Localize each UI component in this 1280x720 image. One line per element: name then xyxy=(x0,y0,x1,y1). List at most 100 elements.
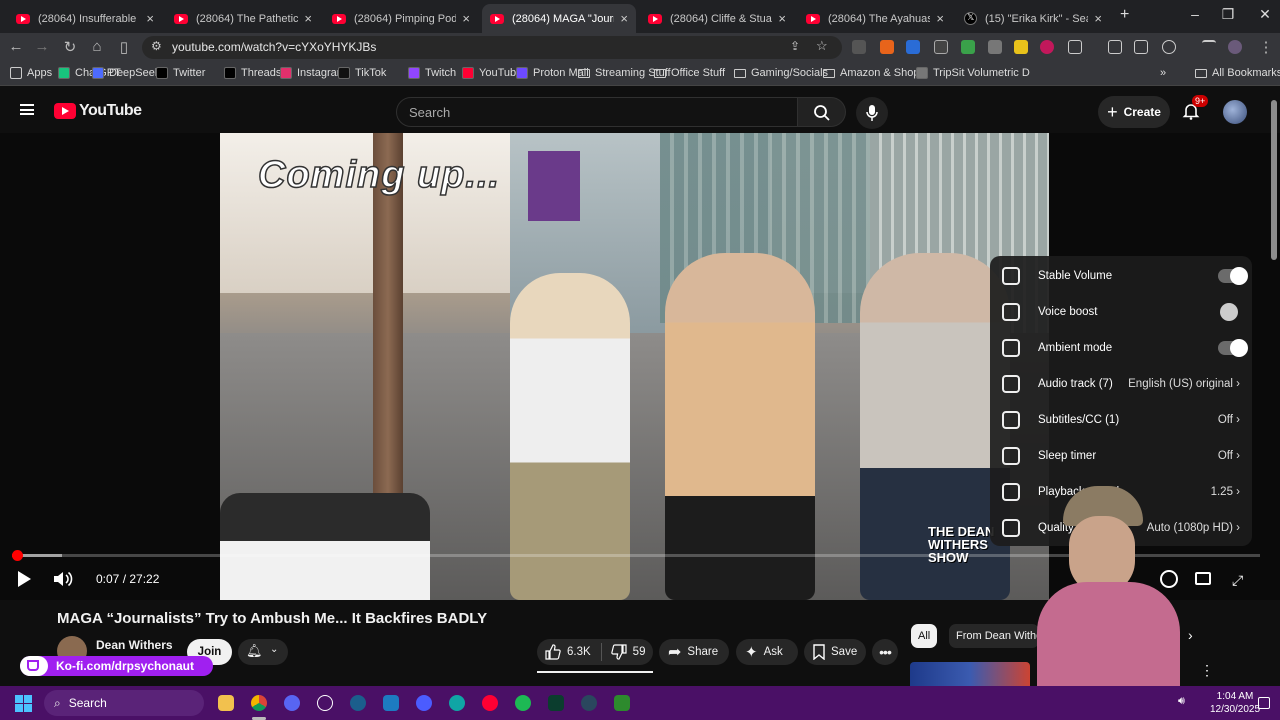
share-button[interactable]: ➦ Share xyxy=(659,639,729,665)
toggle-switch[interactable] xyxy=(1218,303,1246,321)
steam-icon[interactable] xyxy=(581,695,597,711)
bookmark-twitter[interactable]: Twitter xyxy=(156,67,205,79)
save-button[interactable]: Save xyxy=(804,639,866,665)
start-button[interactable] xyxy=(15,695,32,712)
chrome-icon[interactable] xyxy=(251,695,267,711)
more-actions-button[interactable]: ••• xyxy=(872,639,898,665)
reload-icon[interactable]: ↻ xyxy=(60,38,80,56)
bookmark-deepseek[interactable]: DeepSeek xyxy=(92,67,160,79)
bookmark-amazon-shops[interactable]: Amazon & Shops xyxy=(823,67,925,79)
app-icon[interactable] xyxy=(416,695,432,711)
media-controls-icon[interactable] xyxy=(1202,40,1216,54)
tab-close-icon[interactable]: × xyxy=(778,11,786,26)
notification-center-icon[interactable] xyxy=(1258,697,1270,709)
hamburger-menu-icon[interactable] xyxy=(20,104,34,115)
extension-icon[interactable] xyxy=(961,40,975,54)
notifications-button[interactable]: 9+ xyxy=(1182,95,1209,125)
bookmark-tiktok[interactable]: TikTok xyxy=(338,67,386,79)
youtube-logo[interactable]: YouTube xyxy=(54,102,142,120)
extension-icon[interactable] xyxy=(880,40,894,54)
like-button[interactable]: 6.3K xyxy=(537,644,591,660)
discord-icon[interactable] xyxy=(284,695,300,711)
app-icon[interactable] xyxy=(449,695,465,711)
toggle-switch[interactable] xyxy=(1218,339,1248,357)
side-panel-icon[interactable]: ▯ xyxy=(114,38,134,56)
chevron-right-icon[interactable]: › xyxy=(1188,627,1193,643)
browser-tab[interactable]: (28064) Pimping Podcast F × xyxy=(324,4,478,33)
bookmark-instagram[interactable]: Instagram xyxy=(280,67,346,79)
settings-item-stable-volume[interactable]: Stable Volume xyxy=(990,258,1252,294)
bookmark-threads[interactable]: Threads xyxy=(224,67,281,79)
taskbar-search[interactable]: ⌕ Search xyxy=(44,690,204,716)
more-bookmarks-icon[interactable]: » xyxy=(1160,67,1166,79)
extension-icon[interactable] xyxy=(1040,40,1054,54)
bookmark-youtube[interactable]: YouTube xyxy=(462,67,522,79)
tab-close-icon[interactable]: × xyxy=(146,11,154,26)
tab-close-icon[interactable]: × xyxy=(462,11,470,26)
browser-tab[interactable]: (28064) Cliffe & Stuart Kne × xyxy=(640,4,794,33)
extension-icon[interactable] xyxy=(1014,40,1028,54)
tab-close-icon[interactable]: × xyxy=(304,11,312,26)
browser-tab[interactable]: (15) "Erika Kirk" - Search / × xyxy=(956,4,1110,33)
extension-icon[interactable] xyxy=(852,40,866,54)
chip-from-channel[interactable]: From Dean Withe xyxy=(949,624,1039,648)
site-info-icon[interactable]: ⚙ xyxy=(151,39,162,53)
extension-icon[interactable] xyxy=(906,40,920,54)
mute-button[interactable] xyxy=(53,570,73,593)
app-icon[interactable] xyxy=(383,695,399,711)
channel-name[interactable]: Dean Withers xyxy=(96,638,173,652)
taskbar-clock[interactable]: 1:04 AM 12/30/2025 xyxy=(1210,690,1260,716)
chrome-menu-icon[interactable]: ⋮ xyxy=(1256,38,1276,56)
youtube-music-icon[interactable] xyxy=(482,695,498,711)
bookmark-tripsit-volumetric-d[interactable]: TripSit Volumetric D xyxy=(916,67,1030,79)
search-button[interactable] xyxy=(798,97,846,127)
extension-icon[interactable] xyxy=(934,40,948,54)
back-icon[interactable]: ← xyxy=(6,38,26,55)
bookmark-twitch[interactable]: Twitch xyxy=(408,67,456,79)
toggle-switch[interactable] xyxy=(1218,267,1248,285)
settings-item-voice-boost[interactable]: Voice boost xyxy=(990,294,1252,330)
account-avatar[interactable] xyxy=(1223,100,1247,124)
browser-tab[interactable]: (28064) The Ayahuasca Yo × xyxy=(798,4,952,33)
tab-close-icon[interactable]: × xyxy=(620,11,628,26)
browser-tab[interactable]: (28064) MAGA "Journalist × xyxy=(482,4,636,33)
settings-item-subtitles-cc-1[interactable]: Subtitles/CC (1) Off › xyxy=(990,402,1252,438)
app-icon[interactable] xyxy=(548,695,564,711)
volume-tray-icon[interactable]: 🔊︎ xyxy=(1178,695,1185,708)
recommended-more-icon[interactable]: ⋮ xyxy=(1200,662,1214,679)
reading-list-icon[interactable] xyxy=(1134,40,1148,54)
steam-icon[interactable] xyxy=(350,695,366,711)
file-explorer-icon[interactable] xyxy=(218,695,234,711)
dislike-button[interactable]: 59 xyxy=(602,644,645,660)
settings-item-audio-track-7[interactable]: Audio track (7) English (US) original › xyxy=(990,366,1252,402)
scrubber-handle[interactable] xyxy=(12,550,23,561)
theater-mode-icon[interactable] xyxy=(1195,572,1211,585)
play-button[interactable] xyxy=(16,570,32,593)
bookmark-all-bookmarks[interactable]: All Bookmarks xyxy=(1195,67,1280,79)
recommended-thumbnail[interactable] xyxy=(910,662,1030,686)
forward-icon[interactable]: → xyxy=(32,38,52,55)
fullscreen-icon[interactable]: ⤢ xyxy=(1232,572,1243,589)
bookmark-office-stuff[interactable]: Office Stuff xyxy=(654,67,725,79)
history-icon[interactable] xyxy=(1162,40,1176,54)
puzzle-icon[interactable] xyxy=(1068,40,1082,54)
browser-tab[interactable]: (28064) Insufferable husba × xyxy=(8,4,162,33)
address-bar[interactable]: ⚙ youtube.com/watch?v=cYXoYHYKJBs ⇪ ☆ xyxy=(142,36,842,59)
spotify-icon[interactable] xyxy=(515,695,531,711)
voice-search-button[interactable] xyxy=(856,97,888,129)
page-scrollbar[interactable] xyxy=(1271,100,1277,260)
subscribe-bell-button[interactable]: 🔔︎ ⌄ xyxy=(238,639,288,665)
search-input[interactable]: Search xyxy=(396,97,798,127)
home-icon[interactable]: ⌂ xyxy=(87,38,107,55)
chip-all[interactable]: All xyxy=(911,624,938,648)
app-icon[interactable] xyxy=(614,695,630,711)
tab-search-icon[interactable] xyxy=(1108,40,1122,54)
close-window-icon[interactable]: ✕ xyxy=(1250,6,1280,23)
minimize-icon[interactable]: – xyxy=(1180,6,1210,22)
browser-tab[interactable]: (28064) The Pathetic Life o × xyxy=(166,4,320,33)
extension-icon[interactable] xyxy=(988,40,1002,54)
bookmark-apps[interactable]: Apps xyxy=(10,67,52,79)
install-icon[interactable]: ⇪ xyxy=(790,39,800,53)
settings-item-ambient-mode[interactable]: Ambient mode xyxy=(990,330,1252,366)
new-tab-button[interactable]: + xyxy=(1120,6,1129,24)
